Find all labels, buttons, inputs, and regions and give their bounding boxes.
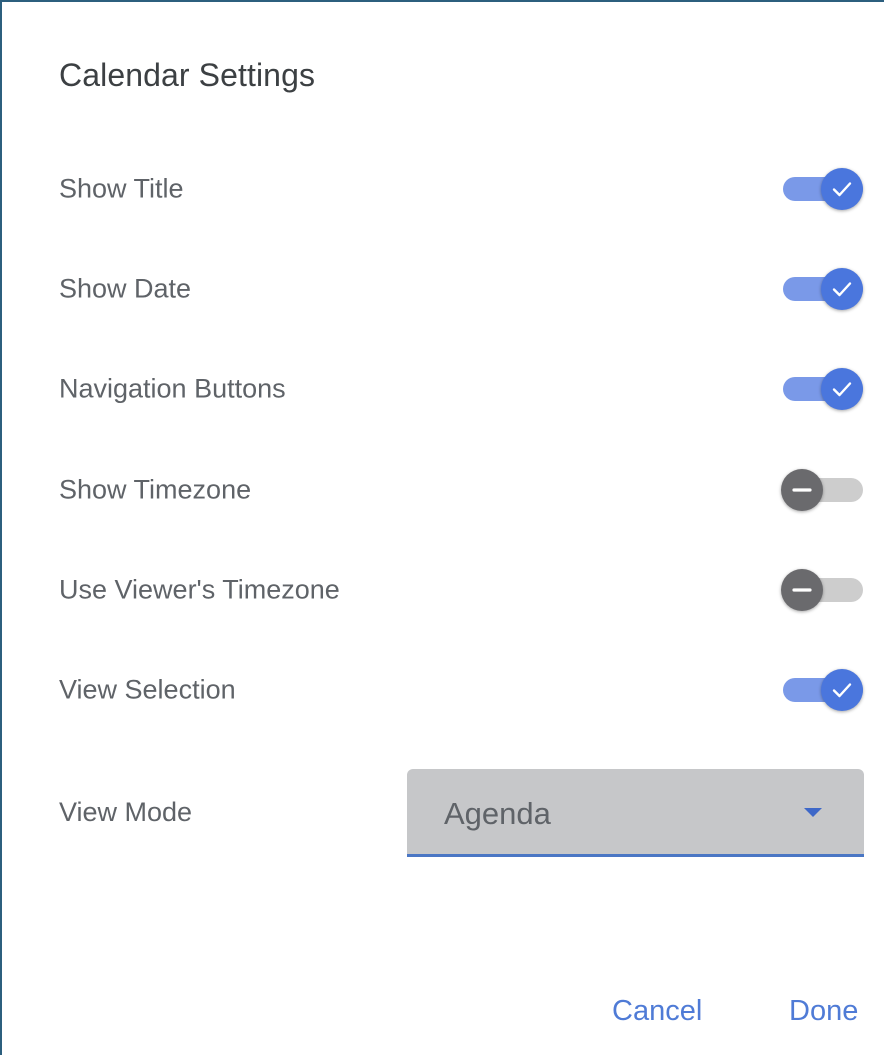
setting-label: Navigation Buttons xyxy=(59,373,286,404)
use-viewers-timezone-toggle[interactable] xyxy=(781,568,865,612)
view-mode-select[interactable]: Agenda xyxy=(407,769,864,857)
dropdown-arrow-icon xyxy=(804,808,822,817)
check-icon xyxy=(832,683,852,698)
setting-row-navigation-buttons: Navigation Buttons xyxy=(2,359,884,419)
check-icon xyxy=(832,182,852,197)
setting-label: Show Title xyxy=(59,173,184,204)
setting-label: Show Timezone xyxy=(59,474,252,505)
toggle-knob xyxy=(781,469,823,511)
setting-row-view-selection: View Selection xyxy=(2,660,884,720)
navigation-buttons-toggle[interactable] xyxy=(781,367,865,411)
setting-row-use-viewers-timezone: Use Viewer's Timezone xyxy=(2,560,884,620)
toggle-knob xyxy=(781,569,823,611)
show-date-toggle[interactable] xyxy=(781,267,865,311)
toggle-knob xyxy=(821,168,863,210)
view-mode-value: Agenda xyxy=(444,796,551,831)
show-timezone-toggle[interactable] xyxy=(781,468,865,512)
setting-label: Show Date xyxy=(59,273,192,304)
done-button[interactable]: Done xyxy=(789,995,858,1028)
view-selection-toggle[interactable] xyxy=(781,668,865,712)
dialog-title: Calendar Settings xyxy=(59,57,316,93)
calendar-settings-dialog: Calendar Settings Show Title Show Date N… xyxy=(0,0,884,1055)
setting-label: View Selection xyxy=(59,674,236,705)
setting-row-show-title: Show Title xyxy=(2,159,884,219)
setting-label: Use Viewer's Timezone xyxy=(59,574,340,605)
toggle-knob xyxy=(821,268,863,310)
setting-row-show-date: Show Date xyxy=(2,259,884,319)
toggle-knob xyxy=(821,669,863,711)
minus-icon xyxy=(792,488,812,492)
toggle-knob xyxy=(821,368,863,410)
setting-row-show-timezone: Show Timezone xyxy=(2,460,884,520)
view-mode-label: View Mode xyxy=(59,797,193,827)
cancel-button[interactable]: Cancel xyxy=(612,995,702,1028)
check-icon xyxy=(832,282,852,297)
show-title-toggle[interactable] xyxy=(781,167,865,211)
check-icon xyxy=(832,382,852,397)
minus-icon xyxy=(792,588,812,592)
